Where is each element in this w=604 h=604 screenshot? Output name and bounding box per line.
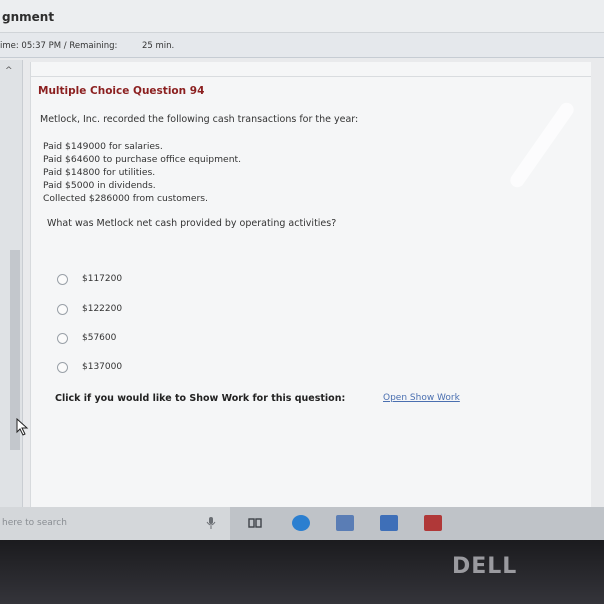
list-item: Paid $64600 to purchase office equipment…	[43, 154, 242, 165]
choice-label[interactable]: $117200	[82, 274, 122, 284]
monitor-bezel: DELL	[0, 540, 604, 604]
window-title: gnment	[2, 10, 55, 24]
radio-button[interactable]	[57, 361, 68, 373]
list-item: Paid $5000 in dividends.	[43, 180, 156, 191]
search-placeholder: here to search	[2, 518, 67, 528]
dell-logo: DELL	[452, 554, 518, 579]
show-work-label: Click if you would like to Show Work for…	[55, 393, 346, 404]
choice-option[interactable]: $117200	[57, 272, 122, 286]
choice-label[interactable]: $57600	[82, 333, 116, 343]
list-item: Paid $14800 for utilities.	[43, 167, 156, 178]
divider	[31, 76, 591, 77]
file-explorer-icon[interactable]	[336, 515, 354, 531]
edge-icon[interactable]	[292, 515, 310, 531]
timer-bar: ime: 05:37 PM / Remaining: 25 min.	[0, 33, 604, 58]
left-scrollbar[interactable]: ^	[0, 60, 23, 530]
store-icon[interactable]	[380, 515, 398, 531]
question-prompt: What was Metlock net cash provided by op…	[47, 218, 337, 229]
question-title: Multiple Choice Question 94	[38, 85, 205, 97]
choice-option[interactable]: $57600	[57, 331, 116, 345]
transaction-list: Paid $149000 for salaries. Paid $64600 t…	[43, 140, 241, 205]
taskbar: here to search	[0, 507, 604, 540]
choice-label[interactable]: $122200	[82, 304, 122, 314]
choice-option[interactable]: $122200	[57, 302, 122, 316]
office-icon[interactable]	[424, 515, 442, 531]
screen: gnment ime: 05:37 PM / Remaining: 25 min…	[0, 0, 604, 540]
list-item: Paid $149000 for salaries.	[43, 141, 163, 152]
radio-button[interactable]	[57, 332, 68, 344]
remaining-value: 25 min.	[142, 41, 175, 51]
radio-button[interactable]	[57, 273, 68, 285]
question-intro: Metlock, Inc. recorded the following cas…	[40, 114, 359, 125]
mouse-cursor-icon	[16, 418, 29, 436]
choice-label[interactable]: $137000	[82, 362, 122, 372]
microphone-icon[interactable]	[206, 516, 216, 530]
radio-button[interactable]	[57, 303, 68, 315]
task-view-icon[interactable]	[246, 515, 264, 531]
search-input[interactable]: here to search	[0, 507, 230, 540]
open-show-work-link[interactable]: Open Show Work	[383, 393, 460, 403]
title-bar: gnment	[0, 0, 604, 33]
question-panel: Multiple Choice Question 94 Metlock, Inc…	[30, 62, 591, 522]
chevron-up-icon[interactable]: ^	[5, 66, 13, 76]
list-item: Collected $286000 from customers.	[43, 193, 208, 204]
time-label: ime: 05:37 PM / Remaining:	[0, 41, 118, 51]
choice-option[interactable]: $137000	[57, 360, 122, 374]
